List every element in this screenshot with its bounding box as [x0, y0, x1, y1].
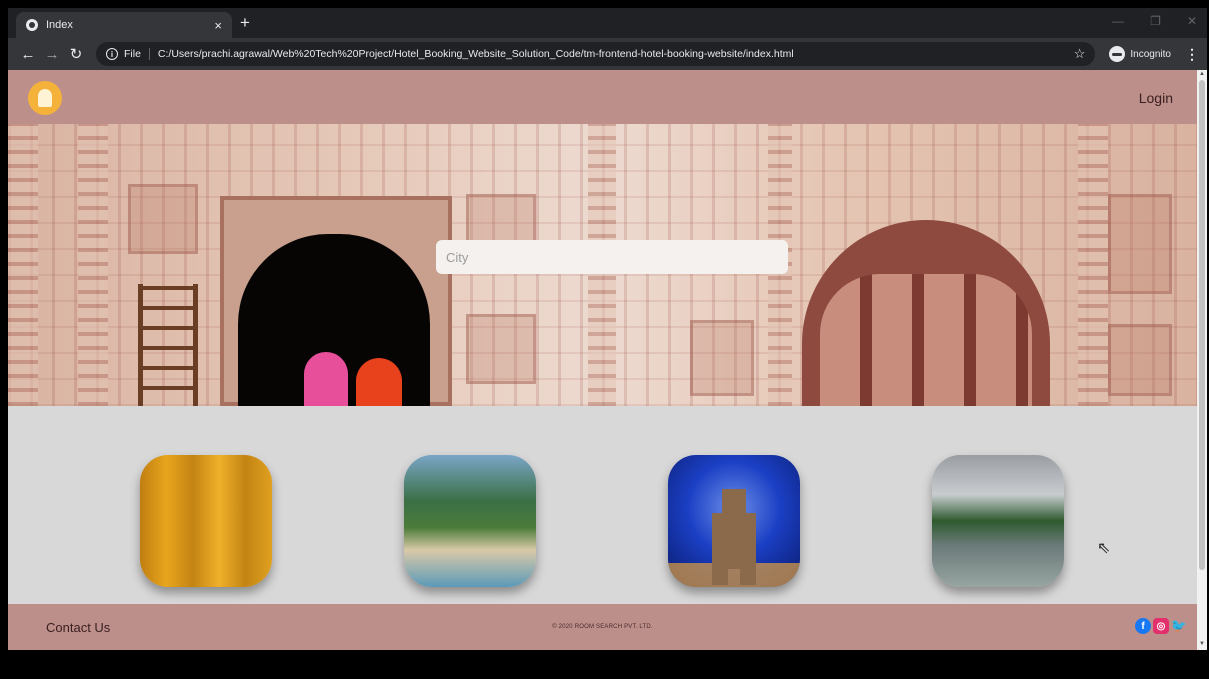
- url-text[interactable]: C:/Users/prachi.agrawal/Web%20Tech%20Pro…: [158, 48, 1068, 60]
- incognito-label: Incognito: [1130, 48, 1171, 60]
- hero-panel: [1108, 194, 1172, 294]
- mouse-cursor-icon: ⇖: [1097, 540, 1111, 557]
- file-label: File: [124, 48, 150, 60]
- incognito-icon: [1109, 46, 1126, 62]
- hero-pillar: [1078, 124, 1108, 406]
- woman-orange-sari: [356, 358, 402, 406]
- incognito-indicator[interactable]: Incognito: [1109, 46, 1171, 62]
- social-links: f ◎ 🐦: [1135, 618, 1187, 634]
- maximize-icon[interactable]: ❐: [1150, 14, 1161, 28]
- forward-icon[interactable]: →: [40, 46, 64, 63]
- site-logo-icon[interactable]: [28, 81, 62, 115]
- close-window-icon[interactable]: ✕: [1187, 14, 1197, 28]
- back-icon[interactable]: ←: [16, 46, 40, 63]
- wooden-ladder: [138, 284, 198, 406]
- hero-panel: [466, 194, 536, 244]
- browser-window: Index × + — ❐ ✕ ← → ↻ i File C:/Users/pr…: [8, 8, 1207, 650]
- reload-icon[interactable]: ↻: [64, 45, 88, 63]
- info-icon[interactable]: i: [106, 48, 118, 60]
- twitter-icon[interactable]: 🐦: [1171, 618, 1187, 634]
- ornate-arch-inner: [820, 274, 1032, 406]
- hero-panel: [466, 314, 536, 384]
- browser-toolbar: ← → ↻ i File C:/Users/prachi.agrawal/Web…: [8, 38, 1207, 70]
- close-tab-icon[interactable]: ×: [214, 18, 222, 33]
- minimize-icon[interactable]: —: [1112, 14, 1124, 28]
- city-tile-1[interactable]: [140, 455, 272, 587]
- scroll-thumb[interactable]: [1199, 80, 1205, 570]
- city-tile-2[interactable]: [404, 455, 536, 587]
- instagram-icon[interactable]: ◎: [1153, 618, 1169, 634]
- login-link[interactable]: Login: [1139, 90, 1173, 106]
- city-search-input[interactable]: [436, 240, 788, 274]
- hero-panel: [690, 320, 754, 396]
- hero-panel: [1108, 324, 1172, 396]
- city-tile-4[interactable]: [932, 455, 1064, 587]
- browser-menu-icon[interactable]: ⋮: [1185, 46, 1199, 63]
- address-bar[interactable]: i File C:/Users/prachi.agrawal/Web%20Tec…: [96, 42, 1096, 66]
- hero-banner: [8, 124, 1197, 406]
- copyright-text: © 2020 ROOM SEARCH PVT. LTD.: [552, 624, 653, 630]
- city-tile-3[interactable]: [668, 455, 800, 587]
- scroll-down-icon[interactable]: ▼: [1198, 641, 1206, 649]
- site-header: Login: [8, 70, 1197, 124]
- tab-bar: Index × + — ❐ ✕: [8, 8, 1207, 38]
- page-viewport: Login City Contact Us © 2020 ROOM SEARCH…: [8, 70, 1197, 650]
- scroll-up-icon[interactable]: ▲: [1198, 71, 1206, 79]
- logo-figure: [38, 89, 52, 107]
- favicon-icon: [26, 19, 38, 31]
- tab-title: Index: [46, 19, 73, 31]
- hero-pillar: [78, 124, 108, 406]
- new-tab-button[interactable]: +: [240, 14, 250, 32]
- facebook-icon[interactable]: f: [1135, 618, 1151, 634]
- city-search-wrap: [436, 240, 788, 274]
- bookmark-star-icon[interactable]: ☆: [1074, 46, 1086, 62]
- page-scrollbar[interactable]: ▲ ▼: [1197, 70, 1207, 650]
- woman-pink-sari: [304, 352, 348, 406]
- window-controls: — ❐ ✕: [1112, 14, 1197, 28]
- browser-tab[interactable]: Index ×: [16, 12, 232, 38]
- site-footer: Contact Us © 2020 ROOM SEARCH PVT. LTD. …: [8, 604, 1197, 650]
- hero-panel: [128, 184, 198, 254]
- city-gallery: [8, 406, 1197, 604]
- hero-pillar: [8, 124, 38, 406]
